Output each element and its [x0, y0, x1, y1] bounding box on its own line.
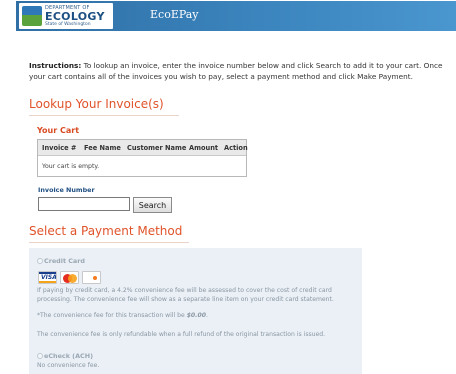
cart-table-header: Invoice # Fee Name Customer Name Amount … [38, 140, 248, 156]
invoice-number-label: Invoice Number [38, 186, 95, 194]
lookup-title-rule [29, 115, 179, 116]
convenience-fee-amount-text: *The convenience fee for this transactio… [37, 312, 355, 321]
cart-table: Invoice # Fee Name Customer Name Amount … [37, 139, 248, 177]
fee-amount-suffix: . [205, 312, 208, 319]
credit-card-fee-text: If paying by credit card, a 4.2% conveni… [37, 287, 334, 303]
payment-section-title: Select a Payment Method [29, 224, 183, 238]
logo-state: State of Washington [45, 22, 91, 27]
credit-card-label: Credit Card [44, 257, 85, 265]
search-button[interactable]: Search [133, 197, 172, 213]
mastercard-card-icon [60, 271, 79, 284]
accepted-cards: VISA [38, 271, 104, 284]
col-amount: Amount [189, 144, 219, 152]
col-action: Action [224, 144, 248, 152]
invoice-number-input[interactable] [38, 197, 130, 211]
fee-amount-prefix: *The convenience fee for this transactio… [37, 312, 187, 319]
credit-card-option[interactable]: Credit Card [37, 257, 85, 265]
echeck-label: eCheck (ACH) [44, 352, 93, 360]
echeck-radio[interactable] [37, 353, 43, 359]
col-fee-name: Fee Name [84, 144, 121, 152]
cart-title: Your Cart [37, 126, 80, 135]
lookup-section-title: Lookup Your Invoice(s) [29, 97, 164, 111]
discover-card-icon [82, 271, 101, 284]
instructions: Instructions: To lookup an invoice, ente… [29, 61, 454, 82]
instructions-label: Instructions: [29, 61, 82, 70]
site-header: DEPARTMENT OF ECOLOGY State of Washingto… [16, 1, 456, 31]
app-title: EcoEPay [150, 8, 199, 21]
credit-card-radio[interactable] [37, 258, 43, 264]
echeck-fee-text: No convenience fee. [37, 362, 100, 369]
visa-card-icon: VISA [38, 271, 57, 284]
payment-title-rule [29, 242, 189, 243]
cart-empty-message: Your cart is empty. [42, 163, 100, 170]
echeck-option[interactable]: eCheck (ACH) [37, 352, 93, 360]
fee-amount-value: $0.00 [186, 312, 206, 319]
visa-card-text: VISA [41, 274, 57, 281]
ecology-logo[interactable]: DEPARTMENT OF ECOLOGY State of Washingto… [19, 3, 113, 29]
payment-method-panel: Credit Card VISA If paying by credit car… [29, 248, 362, 374]
ecology-emblem-icon [22, 6, 42, 26]
refund-policy-text: The convenience fee is only refundable w… [37, 331, 326, 338]
col-invoice: Invoice # [42, 144, 77, 152]
instructions-text: To lookup an invoice, enter the invoice … [29, 61, 443, 81]
col-customer-name: Customer Name [127, 144, 187, 152]
